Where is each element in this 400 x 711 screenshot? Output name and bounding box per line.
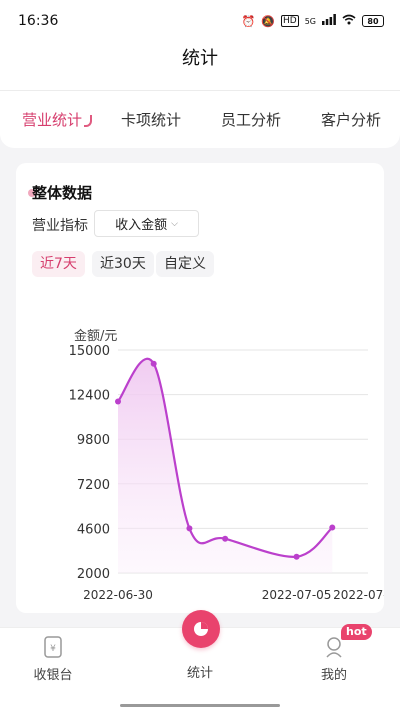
cashier-icon: ¥ <box>43 636 63 658</box>
data-point <box>115 398 121 405</box>
tab-business-stats[interactable]: 营业统计 <box>22 109 93 130</box>
x-tick-label: 2022-07-05 <box>262 588 332 602</box>
y-tick-label: 4600 <box>77 522 110 537</box>
svg-text:¥: ¥ <box>50 644 56 654</box>
stats-pie-icon[interactable] <box>182 610 220 648</box>
revenue-line-chart: 金额/元 2000 4600 7200 9800 12400 15000 2022-06-… <box>69 328 384 602</box>
x-tick-label: 2022-07-07 <box>333 588 384 602</box>
nav-stats-label: 统计 <box>186 666 213 681</box>
tab-bar: 营业统计 卡项统计 员工分析 客户分析 <box>0 90 400 148</box>
data-point <box>293 553 300 560</box>
y-tick-label: 15000 <box>69 344 110 359</box>
y-tick-label: 9800 <box>77 433 110 448</box>
data-point <box>150 360 157 367</box>
app-header: 统计 <box>0 40 400 90</box>
metric-select-value: 收入金额 <box>115 218 168 233</box>
signal-label: 5G <box>304 16 316 26</box>
tab-card-stats[interactable]: 卡项统计 <box>121 109 181 130</box>
y-tick-label: 12400 <box>69 389 110 404</box>
hot-badge: hot <box>341 624 372 640</box>
data-point <box>329 524 336 531</box>
home-indicator <box>120 704 280 707</box>
alarm-icon: ⏰ <box>241 14 256 28</box>
hd-label: HD <box>281 15 299 27</box>
battery-icon: 80 <box>362 15 384 27</box>
status-icons: ⏰ 🔕 HD 5G 80 <box>242 14 384 28</box>
overall-data-card: 整体数据 营业指标 收入金额 ⌵ 近7天 近30天 自定义 金额/元 2000 4… <box>16 163 384 613</box>
y-axis-label: 金额/元 <box>74 328 117 344</box>
signal-bars-icon <box>322 14 336 28</box>
range-30-days[interactable]: 近30天 <box>92 251 154 277</box>
bottom-nav: ¥ 收银台 统计 我的 hot <box>0 610 400 711</box>
battery-level: 80 <box>367 16 379 26</box>
range-custom[interactable]: 自定义 <box>156 251 214 277</box>
wifi-icon <box>342 14 356 28</box>
range-7-days[interactable]: 近7天 <box>32 251 85 277</box>
card-heading: 整体数据 <box>32 184 93 202</box>
data-point <box>222 535 229 542</box>
tab-customer-analysis[interactable]: 客户分析 <box>321 109 381 130</box>
nav-profile-label: 我的 <box>320 668 347 683</box>
mute-icon: 🔕 <box>261 14 275 28</box>
metric-select[interactable]: 收入金额 ⌵ <box>94 210 199 237</box>
tab-staff-analysis[interactable]: 员工分析 <box>221 109 281 130</box>
y-tick-label: 7200 <box>77 478 110 493</box>
x-tick-label: 2022-06-30 <box>83 588 153 602</box>
chevron-down-icon: ⌵ <box>171 218 178 229</box>
metric-label: 营业指标 <box>32 218 88 234</box>
data-point <box>186 525 193 532</box>
y-tick-label: 2000 <box>77 567 110 582</box>
status-bar: 16:36 ⏰ 🔕 HD 5G 80 <box>0 0 400 40</box>
status-time: 16:36 <box>18 13 59 29</box>
page-title: 统计 <box>182 48 218 69</box>
nav-cashier-label: 收银台 <box>33 668 73 683</box>
